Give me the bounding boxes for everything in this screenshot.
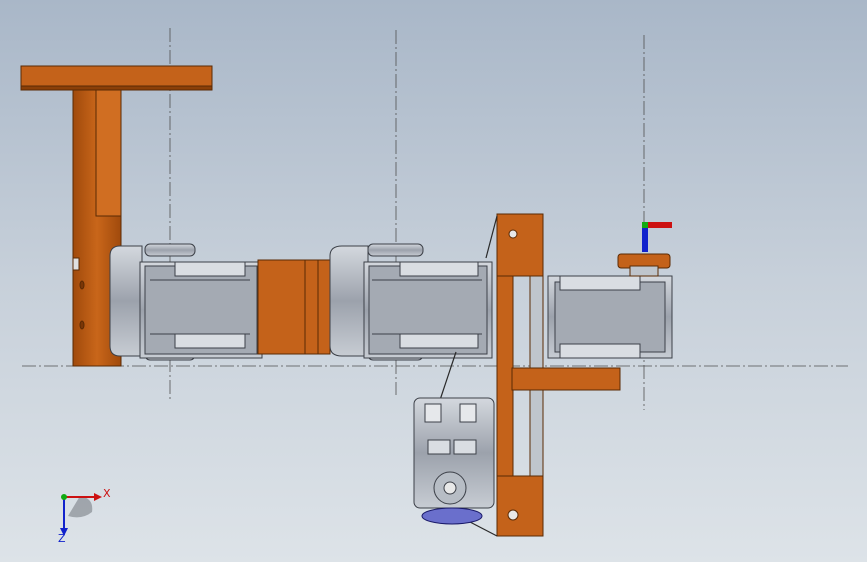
cad-graphics-viewport[interactable]: X Z	[0, 0, 867, 562]
coordinate-triad	[60, 493, 102, 536]
x-axis-label: X	[103, 487, 111, 500]
z-axis-label: Z	[58, 532, 66, 545]
